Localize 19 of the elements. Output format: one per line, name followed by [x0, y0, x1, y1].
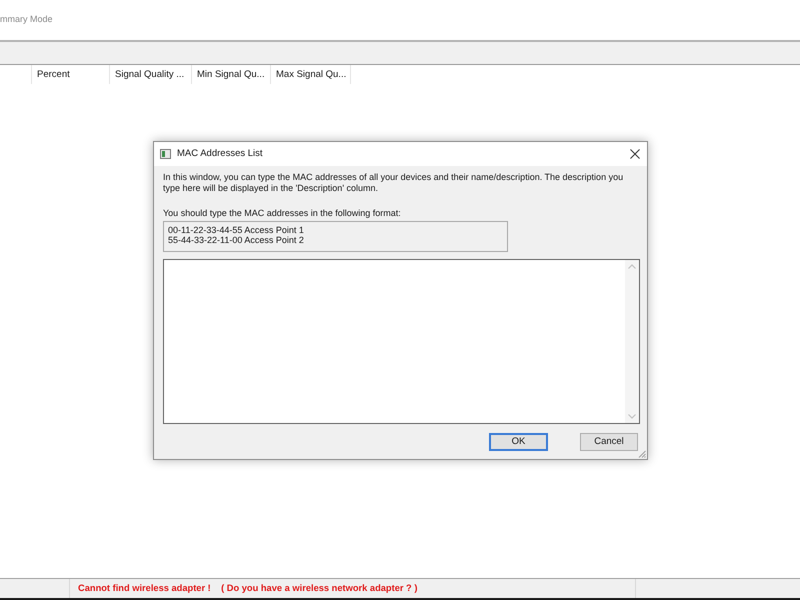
resize-grip-icon[interactable] [638, 450, 646, 458]
column-header[interactable]: Percent [32, 65, 110, 84]
window-icon [160, 149, 171, 159]
scrollbar[interactable] [625, 260, 639, 423]
mode-label: mmary Mode [0, 14, 53, 24]
format-label: You should type the MAC addresses in the following format: [163, 207, 401, 219]
format-example-field: 00-11-22-33-44-55 Access Point 1 55-44-33-22-11-00 Access Point 2 [163, 221, 508, 252]
ok-button[interactable]: OK [489, 433, 548, 451]
column-header[interactable]: Signal Quality ... [110, 65, 192, 84]
scroll-up-icon[interactable] [628, 264, 636, 269]
mac-list-field[interactable] [163, 259, 640, 424]
cancel-button[interactable]: Cancel [580, 433, 638, 451]
close-icon[interactable] [630, 149, 640, 159]
column-header[interactable]: Max Signal Qu... [271, 65, 351, 84]
window-title: MAC Addresses List [177, 148, 263, 160]
scroll-down-icon[interactable] [628, 414, 636, 419]
column-header[interactable]: Min Signal Qu... [192, 65, 271, 84]
description-text: In this window, you can type the MAC addresses of all your devices and their name/description. The description you type here will be displayed in the 'Description' column. [163, 172, 624, 194]
status-message: Cannot find wireless adapter ! ( Do you have a wireless network adapter ? ) [78, 582, 418, 595]
